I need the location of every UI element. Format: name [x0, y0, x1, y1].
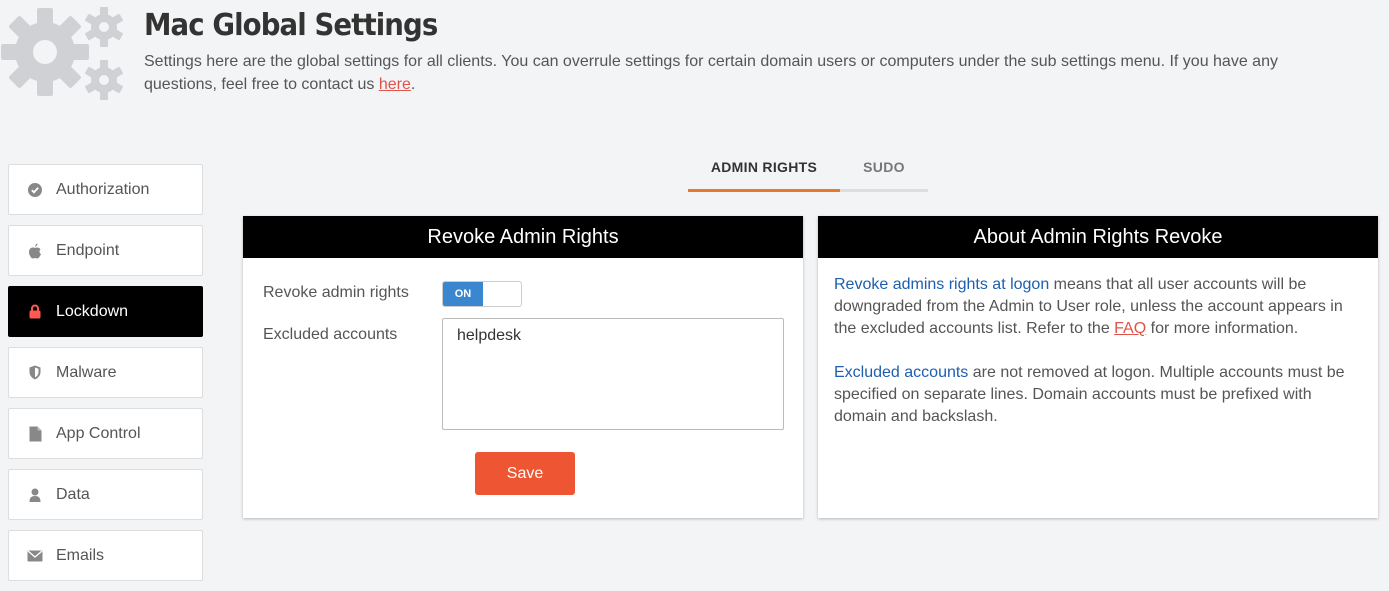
sidebar-item-authorization[interactable]: Authorization	[8, 164, 203, 215]
apple-icon	[27, 243, 43, 259]
description-text: Settings here are the global settings fo…	[144, 53, 1278, 93]
excluded-accounts-label: Excluded accounts	[263, 326, 398, 343]
sidebar-item-data[interactable]: Data	[8, 469, 203, 520]
sidebar-item-malware[interactable]: Malware	[8, 347, 203, 398]
panel-title: About Admin Rights Revoke	[818, 216, 1378, 258]
contact-link[interactable]: here	[379, 76, 411, 93]
highlight-text: Excluded accounts	[834, 364, 969, 381]
settings-gears-icon	[1, 7, 123, 100]
file-icon	[27, 426, 43, 442]
about-admin-rights-panel: About Admin Rights Revoke Revoke admins …	[818, 216, 1378, 518]
tab-admin-rights[interactable]: ADMIN RIGHTS	[688, 150, 840, 192]
sidebar-item-label: Emails	[56, 546, 105, 564]
highlight-text: Revoke admins rights at logon	[834, 276, 1050, 293]
revoke-admin-rights-toggle[interactable]: ON	[442, 281, 522, 307]
toggle-state-label: ON	[443, 282, 483, 306]
about-paragraph: Revoke admins rights at logon means that…	[834, 274, 1362, 340]
paragraph-end: for more information.	[1146, 320, 1299, 337]
sidebar-item-endpoint[interactable]: Endpoint	[8, 225, 203, 276]
check-circle-icon	[27, 182, 43, 198]
shield-icon	[27, 365, 43, 381]
settings-tabs: ADMIN RIGHTS SUDO	[688, 150, 928, 192]
sidebar-item-label: Lockdown	[56, 302, 129, 320]
revoke-admin-rights-label: Revoke admin rights	[263, 284, 409, 301]
about-paragraph: Excluded accounts are not removed at log…	[834, 362, 1362, 428]
page-description: Settings here are the global settings fo…	[144, 50, 1344, 96]
sidebar-item-emails[interactable]: Emails	[8, 530, 203, 581]
sidebar-item-app-control[interactable]: App Control	[8, 408, 203, 459]
sidebar-item-label: Data	[56, 485, 90, 503]
save-button[interactable]: Save	[475, 452, 575, 495]
sidebar: Authorization Endpoint Lockdown Malware …	[8, 164, 203, 591]
sidebar-item-label: App Control	[56, 424, 141, 442]
revoke-admin-rights-panel: Revoke Admin Rights Revoke admin rights …	[243, 216, 803, 518]
sidebar-item-lockdown[interactable]: Lockdown	[8, 286, 203, 337]
envelope-icon	[27, 548, 43, 564]
sidebar-item-label: Authorization	[56, 180, 150, 198]
sidebar-item-label: Malware	[56, 363, 117, 381]
panel-title: Revoke Admin Rights	[243, 216, 803, 258]
faq-link[interactable]: FAQ	[1114, 320, 1146, 337]
sidebar-item-label: Endpoint	[56, 241, 120, 259]
lock-icon	[27, 304, 43, 320]
tab-sudo[interactable]: SUDO	[840, 150, 928, 189]
user-icon	[27, 487, 43, 503]
excluded-accounts-textarea[interactable]: helpdesk	[442, 318, 784, 430]
page-title: Mac Global Settings	[144, 8, 438, 43]
about-text: Revoke admins rights at logon means that…	[818, 258, 1378, 428]
description-end: .	[410, 76, 416, 93]
